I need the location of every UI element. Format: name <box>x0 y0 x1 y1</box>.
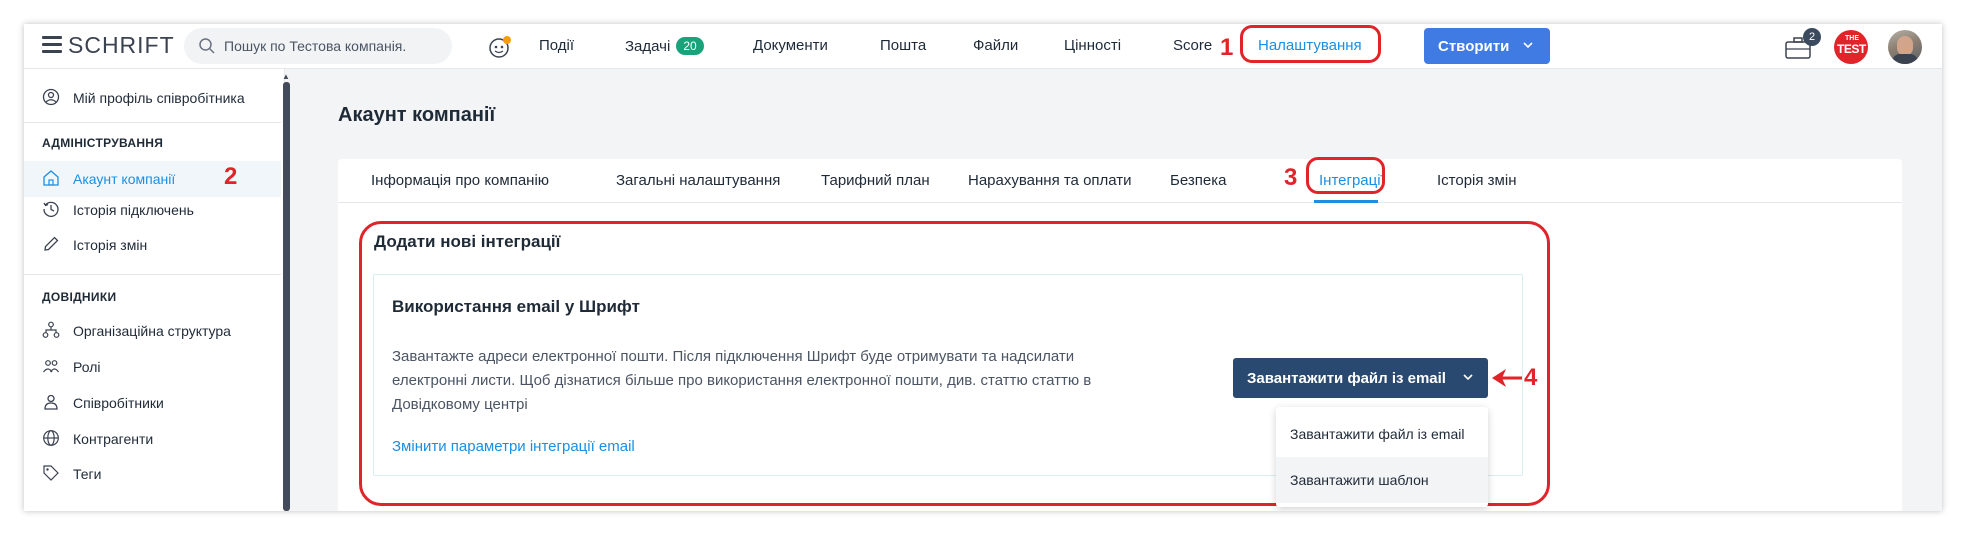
integration-description: Завантажте адреси електронної пошти. Піс… <box>392 348 1092 413</box>
upload-button-label: Завантажити файл із email <box>1247 370 1446 387</box>
nav-mail[interactable]: Пошта <box>880 37 926 54</box>
user-circle-icon <box>42 88 60 106</box>
integration-title: Використання email у Шрифт <box>392 297 640 316</box>
home-icon <box>43 170 59 186</box>
tab-general-settings[interactable]: Загальні налаштування <box>616 172 780 189</box>
user-avatar[interactable] <box>1888 30 1922 64</box>
tabs: Інформація про компанію Загальні налашту… <box>338 159 1902 203</box>
create-button-label: Створити <box>1438 38 1510 55</box>
pencil-icon <box>44 236 59 251</box>
nav-documents[interactable]: Документи <box>753 37 828 54</box>
chevron-down-icon <box>1523 42 1533 49</box>
scroll-up-arrow[interactable]: ▲ <box>282 72 290 81</box>
tab-company-info[interactable]: Інформація про компанію <box>371 172 549 189</box>
annotation-arrow-icon <box>1492 369 1522 387</box>
dropdown-item-upload-template[interactable]: Завантажити шаблон <box>1276 457 1488 503</box>
nav-tasks[interactable]: Задачі 20 <box>625 37 704 55</box>
active-tab-indicator <box>1314 200 1378 203</box>
annotation-box-settings <box>1240 25 1381 63</box>
tag-icon <box>43 465 59 481</box>
sidebar-divider <box>24 274 281 275</box>
history-icon <box>43 201 59 217</box>
sidebar-section-directories: ДОВІДНИКИ <box>42 290 117 304</box>
sidebar-scrollbar[interactable] <box>283 82 290 511</box>
sidebar-item-employees[interactable]: Співробітники <box>24 385 281 421</box>
sidebar-item-counterparties[interactable]: Контрагенти <box>24 421 281 457</box>
company-logo-top: THE <box>1845 35 1859 42</box>
annotation-label-4: 4 <box>1524 364 1538 391</box>
search-placeholder: Пошук по Тестова компанія. <box>224 38 407 54</box>
sidebar-item-label: Співробітники <box>73 395 164 411</box>
nav-score[interactable]: Score <box>1173 37 1212 54</box>
annotation-label-3: 3 <box>1284 164 1298 191</box>
search-input[interactable]: Пошук по Тестова компанія. <box>184 28 452 64</box>
search-icon <box>199 38 215 54</box>
create-button[interactable]: Створити <box>1424 28 1550 64</box>
dropdown-item-upload-email-file[interactable]: Завантажити файл із email <box>1276 411 1488 457</box>
notifications-icon[interactable] <box>487 34 513 60</box>
sidebar-item-label: Мій профіль співробітника <box>73 90 245 106</box>
briefcase-count-badge: 2 <box>1803 28 1821 46</box>
sidebar-item-roles[interactable]: Ролі <box>24 349 281 385</box>
company-logo-main: TEST <box>1837 42 1866 56</box>
sidebar-item-label: Акаунт компанії <box>73 171 176 187</box>
user-icon <box>44 394 58 410</box>
chevron-down-icon <box>1463 374 1473 381</box>
sidebar-item-tags[interactable]: Теги <box>24 456 281 492</box>
annotation-label-1: 1 <box>1220 34 1234 61</box>
section-title: Додати нові інтеграції <box>374 232 561 251</box>
org-structure-icon <box>42 321 60 338</box>
upload-dropdown-menu: Завантажити файл із email Завантажити ша… <box>1276 407 1488 507</box>
page-title: Акаунт компанії <box>338 104 496 126</box>
app-window: SCHRIFT Пошук по Тестова компанія. Події… <box>24 24 1942 511</box>
menu-icon[interactable] <box>42 36 62 53</box>
dropdown-item-label: Завантажити файл із email <box>1290 426 1465 442</box>
globe-icon <box>43 430 59 446</box>
tab-change-history[interactable]: Історія змін <box>1437 172 1516 189</box>
sidebar-item-label: Історія змін <box>73 237 148 253</box>
nav-values[interactable]: Цінності <box>1064 37 1121 54</box>
sidebar-divider <box>24 122 281 123</box>
sidebar-item-my-profile[interactable]: Мій профіль співробітника <box>24 80 281 116</box>
sidebar-item-connection-history[interactable]: Історія підключень <box>24 192 281 228</box>
sidebar-item-change-history[interactable]: Історія змін <box>24 227 281 263</box>
tasks-count-badge: 20 <box>676 37 704 55</box>
edit-email-integration-link[interactable]: Змінити параметри інтеграції email <box>392 438 635 455</box>
nav-tasks-label: Задачі <box>625 38 671 55</box>
nav-events[interactable]: Події <box>539 37 574 54</box>
upload-email-file-button[interactable]: Завантажити файл із email <box>1233 358 1488 398</box>
roles-icon <box>43 360 59 373</box>
tab-security[interactable]: Безпека <box>1170 172 1226 189</box>
sidebar-item-label: Історія підключень <box>73 202 194 218</box>
sidebar-item-label: Теги <box>73 466 102 482</box>
app-logo[interactable]: SCHRIFT <box>68 32 175 59</box>
sidebar: Мій профіль співробітника АДМІНІСТРУВАНН… <box>24 69 285 511</box>
sidebar-item-label: Контрагенти <box>73 431 154 447</box>
nav-files[interactable]: Файли <box>973 37 1018 54</box>
tab-tariff-plan[interactable]: Тарифний план <box>821 172 930 189</box>
annotation-label-2: 2 <box>224 163 238 190</box>
annotation-box-integrations-tab <box>1306 157 1385 194</box>
sidebar-section-admin: АДМІНІСТРУВАННЯ <box>42 136 164 150</box>
sidebar-item-org-structure[interactable]: Організаційна структура <box>24 313 281 349</box>
sidebar-item-label: Організаційна структура <box>73 323 231 339</box>
company-logo[interactable]: THE TEST <box>1834 30 1868 64</box>
dropdown-item-label: Завантажити шаблон <box>1290 472 1429 488</box>
tab-billing[interactable]: Нарахування та оплати <box>968 172 1132 189</box>
top-bar: SCHRIFT Пошук по Тестова компанія. Події… <box>24 24 1942 69</box>
sidebar-item-label: Ролі <box>73 359 101 375</box>
